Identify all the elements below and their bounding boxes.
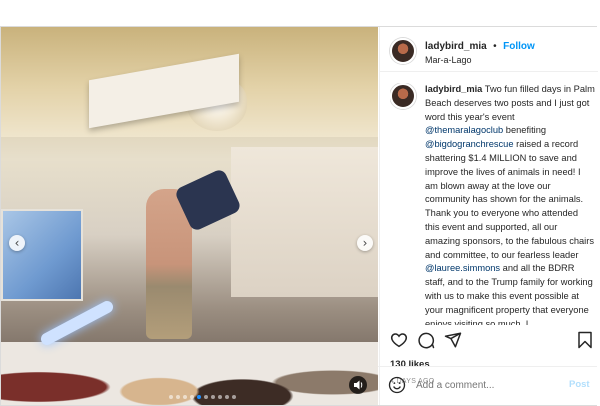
comment-bar: Post bbox=[378, 366, 597, 406]
carousel-prev-button[interactable]: ‹ bbox=[9, 235, 25, 251]
carousel-indicator bbox=[169, 395, 236, 399]
carousel-dot bbox=[204, 395, 208, 399]
like-button[interactable] bbox=[390, 331, 408, 349]
action-bar bbox=[390, 331, 592, 349]
carousel-dot bbox=[232, 395, 236, 399]
carousel-dot bbox=[225, 395, 229, 399]
avatar[interactable] bbox=[390, 38, 416, 64]
carousel-next-button[interactable]: › bbox=[357, 235, 373, 251]
mention-link[interactable]: @themaralagoclub bbox=[425, 125, 503, 135]
carousel-dot bbox=[218, 395, 222, 399]
caption-username[interactable]: ladybird_mia bbox=[425, 84, 482, 94]
chevron-right-icon: › bbox=[362, 236, 368, 250]
carousel-dot bbox=[169, 395, 173, 399]
projection-screen bbox=[1, 209, 83, 301]
carousel-dot bbox=[190, 395, 194, 399]
comment-icon bbox=[418, 332, 435, 349]
chevron-left-icon: ‹ bbox=[14, 236, 20, 250]
speaker-icon bbox=[354, 380, 363, 390]
instagram-post: ‹ › ladybird_mia • Follow Mar-a-Lago lad… bbox=[0, 26, 598, 406]
carousel-dot bbox=[183, 395, 187, 399]
carousel-dot bbox=[197, 395, 201, 399]
carousel-dot bbox=[176, 395, 180, 399]
ballroom-wall bbox=[231, 147, 378, 297]
caption-avatar[interactable] bbox=[390, 83, 416, 109]
caption-text: raised a record shattering $1.4 MILLION … bbox=[425, 139, 594, 260]
emoji-button[interactable] bbox=[388, 376, 406, 394]
comment-input[interactable] bbox=[416, 377, 556, 393]
separator-dot: • bbox=[493, 41, 497, 52]
save-button[interactable] bbox=[576, 331, 594, 349]
post-sidebar: ladybird_mia • Follow Mar-a-Lago ladybir… bbox=[379, 27, 598, 405]
caption-text: benefiting bbox=[503, 125, 547, 136]
carousel-dot bbox=[211, 395, 215, 399]
sound-toggle-button[interactable] bbox=[349, 376, 367, 394]
paper-plane-icon bbox=[444, 332, 462, 348]
share-button[interactable] bbox=[444, 331, 462, 349]
post-caption: ladybird_mia Two fun filled days in Palm… bbox=[425, 83, 595, 325]
follow-button[interactable]: Follow bbox=[503, 41, 535, 52]
comment-button[interactable] bbox=[417, 331, 435, 349]
post-username[interactable]: ladybird_mia bbox=[425, 41, 487, 52]
caption-area: ladybird_mia Two fun filled days in Palm… bbox=[390, 83, 595, 325]
mention-link[interactable]: @lauree.simmons bbox=[425, 263, 500, 273]
bookmark-icon bbox=[578, 331, 592, 349]
mention-link[interactable]: @bigdogranchrescue bbox=[425, 139, 514, 149]
post-media[interactable]: ‹ › bbox=[1, 27, 378, 405]
heart-icon bbox=[390, 333, 408, 348]
location-link[interactable]: Mar-a-Lago bbox=[425, 54, 535, 67]
smiley-icon bbox=[388, 376, 406, 394]
post-header: ladybird_mia • Follow Mar-a-Lago bbox=[380, 27, 598, 72]
post-comment-button[interactable]: Post bbox=[569, 379, 590, 390]
